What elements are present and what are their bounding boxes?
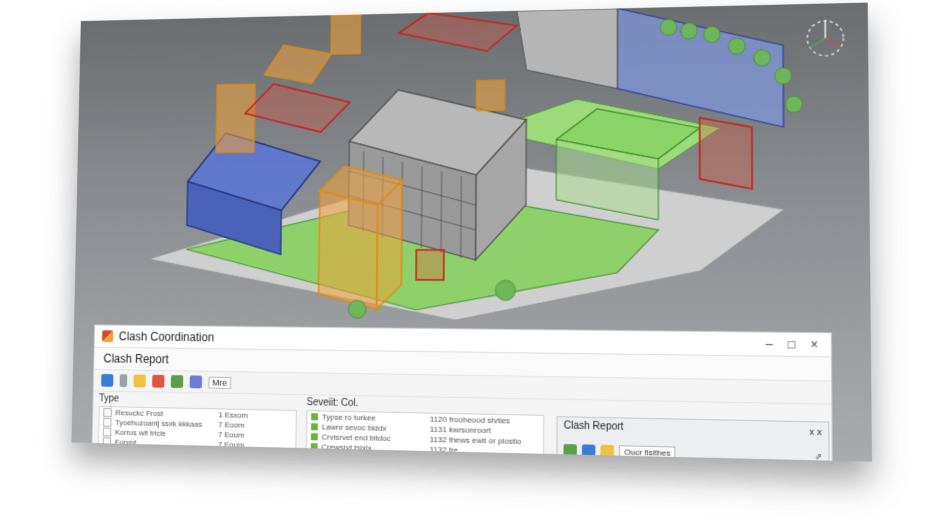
- clash-panel-header: Clash Report x x: [557, 417, 828, 440]
- close-button[interactable]: ×: [810, 337, 818, 352]
- severity-panel: Seveiit: Col. Typse ro turkee 1120 frooh…: [305, 397, 545, 462]
- status-icon: [310, 432, 318, 440]
- clash-coordination-window: Clash Coordination – □ × Clash Report Mr…: [91, 324, 833, 462]
- stage: Clash Coordination – □ × Clash Report Mr…: [0, 0, 928, 520]
- status-icon: [311, 422, 318, 430]
- clash-panel-title: Clash Report: [563, 420, 624, 433]
- checkbox[interactable]: [103, 407, 112, 417]
- status-icon: [311, 412, 319, 420]
- dropdown-icon[interactable]: [119, 374, 128, 388]
- image-icon[interactable]: [189, 375, 203, 389]
- type-panel: Type Resuckc Frost 1 Esxom Tyoehuzoantj …: [97, 393, 297, 456]
- checkbox[interactable]: [102, 436, 112, 446]
- viewcube[interactable]: [800, 11, 851, 61]
- severity-list[interactable]: Typse ro turkee 1120 frooheood stvties L…: [305, 410, 545, 462]
- close-panel-button[interactable]: x x: [809, 426, 821, 437]
- maximize-button[interactable]: □: [788, 337, 796, 352]
- viewcube-icon: [800, 11, 851, 61]
- screen: Clash Coordination – □ × Clash Report Mr…: [71, 2, 872, 462]
- gear-icon[interactable]: [170, 375, 184, 389]
- refresh-icon[interactable]: [581, 444, 596, 459]
- status-icon: [310, 442, 318, 450]
- type-list[interactable]: Resuckc Frost 1 Esxom Tyoehuzoantj ssxk …: [97, 406, 297, 456]
- folder-icon[interactable]: [600, 444, 614, 459]
- clash-report-panel: Clash Report x x Oucr fisithes ⇗: [556, 416, 830, 462]
- checkbox[interactable]: [102, 427, 112, 437]
- checkbox[interactable]: [103, 417, 112, 427]
- highlight-icon[interactable]: [152, 374, 165, 388]
- window-title: Clash Coordination: [118, 329, 215, 345]
- building-model: [74, 3, 871, 333]
- minimize-button[interactable]: –: [766, 337, 773, 352]
- pin-icon[interactable]: ⇗: [815, 452, 822, 462]
- filter-button[interactable]: Oucr fisithes: [619, 445, 676, 461]
- app-logo-icon: [102, 330, 114, 343]
- window-controls: – □ ×: [766, 337, 818, 352]
- clipboard-icon[interactable]: [133, 374, 146, 388]
- filter-icon[interactable]: [563, 443, 577, 458]
- doc-icon[interactable]: [101, 373, 114, 387]
- more-button[interactable]: Mre: [208, 376, 231, 389]
- clash-toolbar: Oucr fisithes ⇗: [557, 441, 828, 462]
- model-viewport[interactable]: [74, 3, 871, 333]
